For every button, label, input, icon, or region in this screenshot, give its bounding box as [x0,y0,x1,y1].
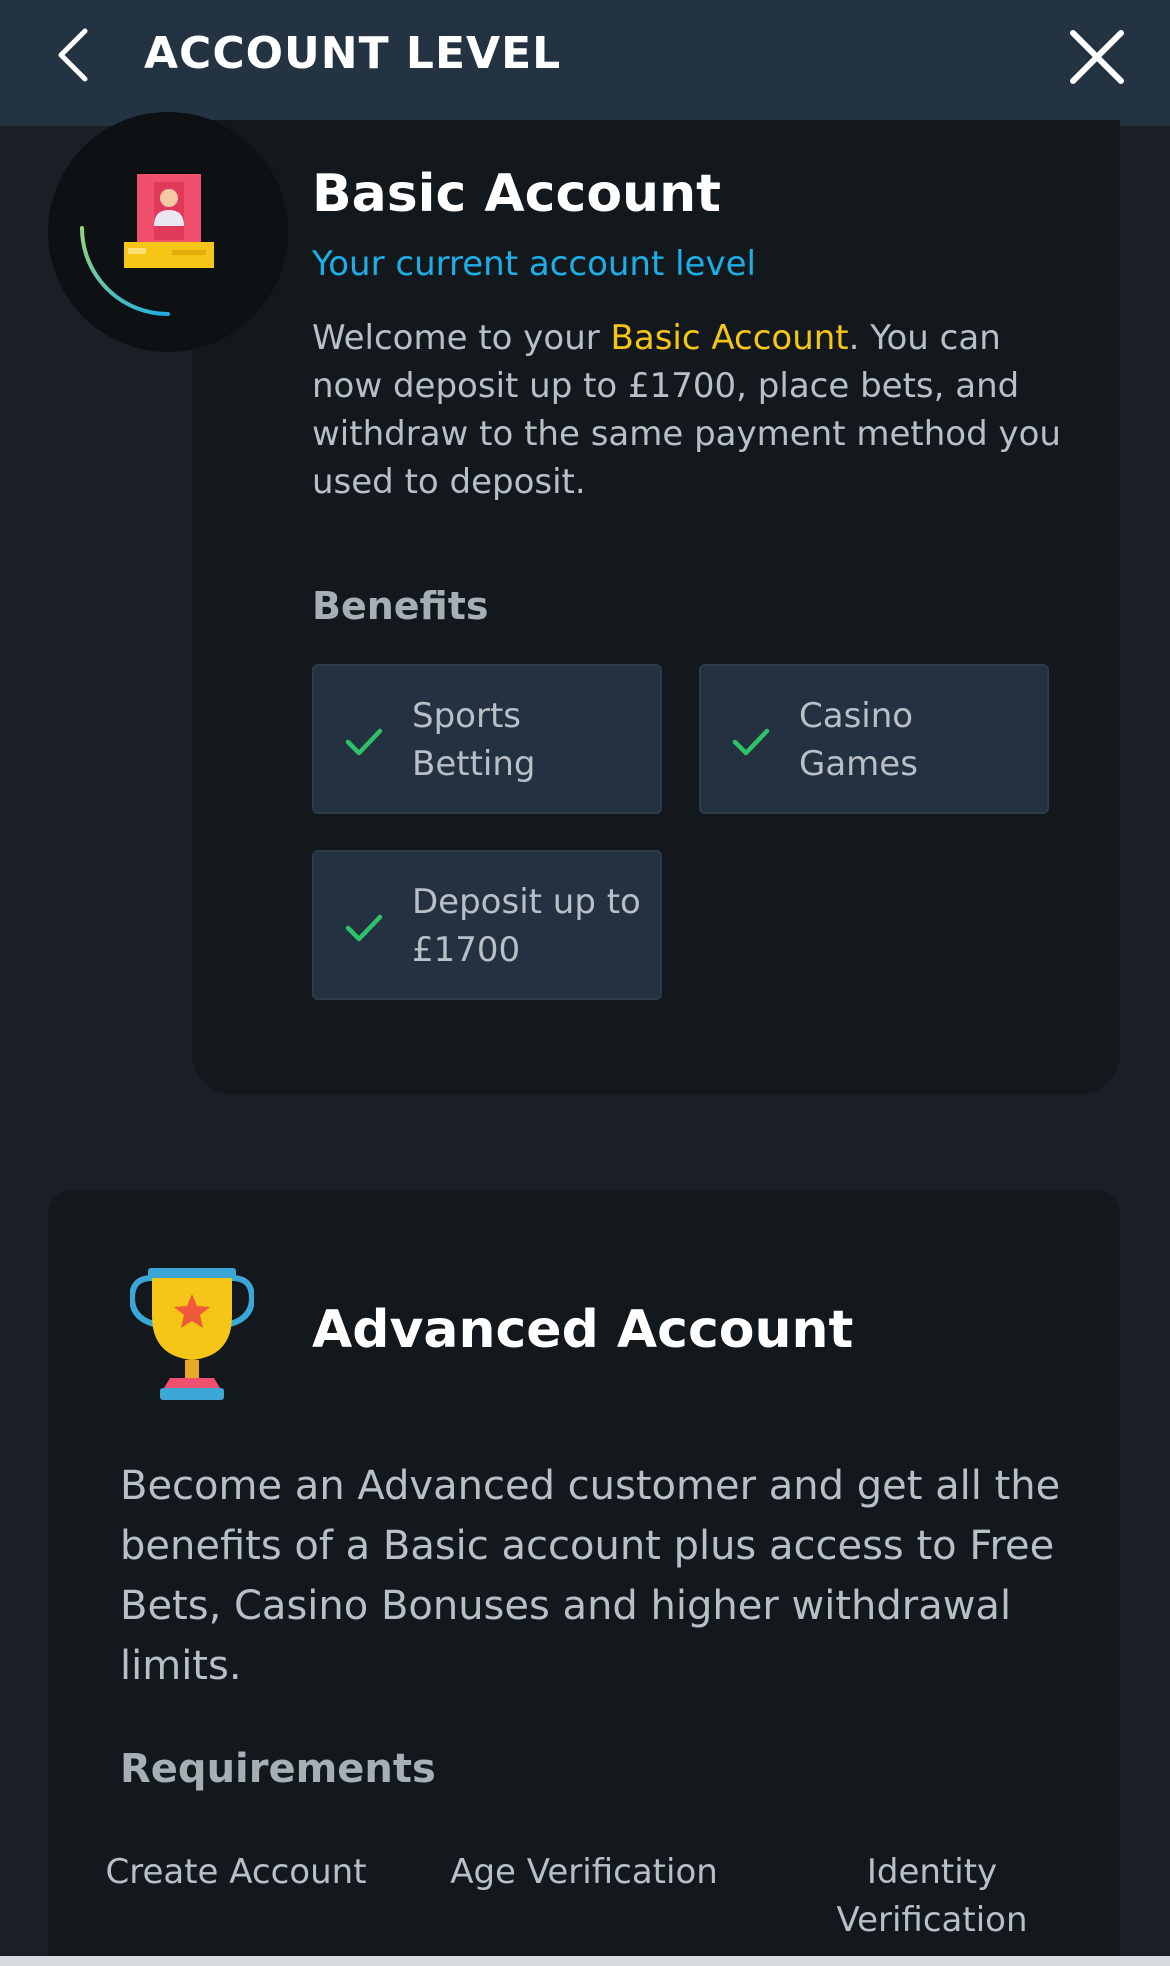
desc-prefix: Welcome to your [312,318,611,358]
benefits-heading: Benefits [312,584,489,628]
trophy-icon [130,1268,254,1400]
requirement-create-account: Create Account [105,1852,367,1892]
current-level-label: Your current account level [312,244,756,284]
back-button[interactable] [48,24,98,86]
checkmark-icon [345,728,383,756]
chevron-left-icon [58,28,88,82]
page-title: ACCOUNT LEVEL [144,28,562,79]
basic-account-title: Basic Account [312,164,721,224]
benefit-casino-games: Casino Games [699,664,1049,814]
basic-account-description: Welcome to your Basic Account. You can n… [312,314,1072,506]
close-button[interactable] [1066,26,1128,88]
benefit-label: Sports Betting [412,696,536,784]
desc-highlight: Basic Account [610,318,849,358]
advanced-account-description: Become an Advanced customer and get all … [120,1463,1061,1689]
advanced-account-title: Advanced Account [312,1300,854,1360]
benefit-sports-betting: Sports Betting [312,664,662,814]
requirement-identity-verification: Identity Verification [836,1852,1028,1940]
checkmark-icon [345,914,383,942]
requirements-heading: Requirements [120,1746,436,1792]
id-card-icon [124,174,214,268]
checkmark-icon [732,728,770,756]
benefit-deposit-limit: Deposit up to £1700 [312,850,662,1000]
benefit-label: Deposit up to £1700 [412,882,641,970]
account-level-badge [48,112,288,352]
benefit-label: Casino Games [799,696,918,784]
top-bar: ACCOUNT LEVEL [0,0,1170,126]
requirement-age-verification: Age Verification [450,1852,718,1892]
close-icon [1070,30,1124,84]
bottom-edge [0,1956,1170,1966]
